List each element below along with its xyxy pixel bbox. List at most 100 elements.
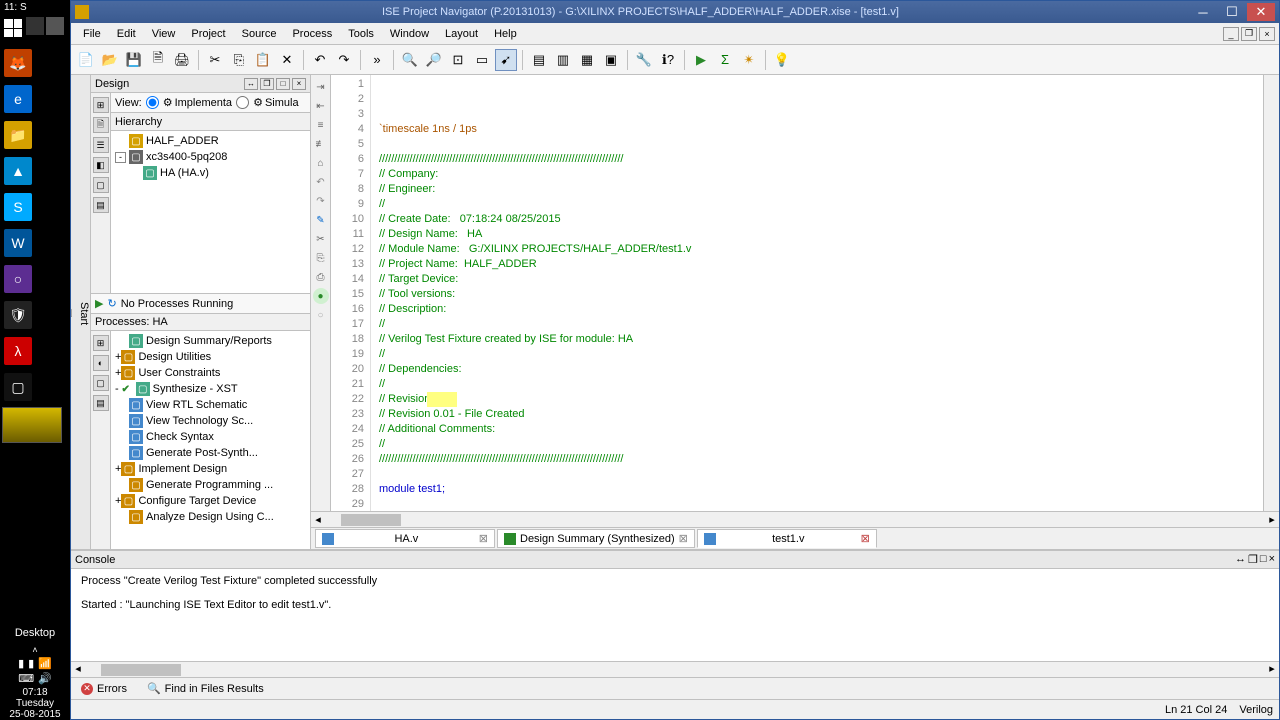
start-button[interactable] xyxy=(4,19,22,37)
layout-4-button[interactable]: ▣ xyxy=(600,49,622,71)
tab-close-icon[interactable]: ⊠ xyxy=(679,532,688,545)
menu-tools[interactable]: Tools xyxy=(340,26,382,42)
uncomment-icon[interactable]: ≢ xyxy=(313,136,329,152)
mdi-minimize[interactable]: _ xyxy=(1223,27,1239,41)
skype-icon[interactable]: S xyxy=(4,193,32,221)
view-implementation-radio[interactable] xyxy=(146,96,159,109)
zoom-out-button[interactable]: 🔎 xyxy=(423,49,445,71)
tree-item[interactable]: ▢HALF_ADDER xyxy=(113,133,308,149)
zoom-fit-button[interactable]: ⊡ xyxy=(447,49,469,71)
process-item[interactable]: +▢Implement Design xyxy=(113,461,308,477)
code-line[interactable] xyxy=(379,137,1263,152)
process-item[interactable]: ▢Check Syntax xyxy=(113,429,308,445)
code-line[interactable]: // Tool versions: xyxy=(379,287,1263,302)
console-close-button[interactable]: × xyxy=(1269,553,1275,566)
layout-1-button[interactable]: ▤ xyxy=(528,49,550,71)
code-line[interactable]: ////////////////////////////////////////… xyxy=(379,152,1263,167)
options-icon[interactable]: ▢ xyxy=(93,177,109,193)
process-item[interactable]: ▢Generate Post-Synth... xyxy=(113,445,308,461)
editor-tab[interactable]: Design Summary (Synthesized)⊠ xyxy=(497,529,695,548)
taskview-icon[interactable] xyxy=(26,17,44,35)
code-line[interactable]: // Additional Comments: xyxy=(379,422,1263,437)
editor-vertical-scrollbar[interactable] xyxy=(1263,75,1279,511)
layout-3-button[interactable]: ▦ xyxy=(576,49,598,71)
terminal-icon[interactable]: ▢ xyxy=(4,373,32,401)
process-item[interactable]: ▢View RTL Schematic xyxy=(113,397,308,413)
processes-tree[interactable]: ▢Design Summary/Reports+▢Design Utilitie… xyxy=(111,331,310,549)
hierarchy-view-icon[interactable]: ⊞ xyxy=(93,97,109,113)
tree-item[interactable]: ▢HA (HA.v) xyxy=(113,165,308,181)
code-line[interactable]: module test1; xyxy=(379,482,1263,497)
menu-source[interactable]: Source xyxy=(234,26,285,42)
volume-icon[interactable]: 🔊 xyxy=(38,672,52,685)
close-button[interactable]: ✕ xyxy=(1247,3,1275,21)
refresh-icon[interactable]: ↻ xyxy=(107,297,116,310)
scrollbar-thumb[interactable] xyxy=(101,664,181,676)
shield-icon[interactable]: 🛡 xyxy=(4,301,32,329)
copy-editor-icon[interactable]: ⎘ xyxy=(313,250,329,266)
undo-editor-icon[interactable]: ↶ xyxy=(313,174,329,190)
battery-icon[interactable]: ▮ xyxy=(28,657,34,670)
delete-button[interactable]: ✕ xyxy=(276,49,298,71)
wifi-icon[interactable]: 📶 xyxy=(38,657,52,670)
redo-editor-icon[interactable]: ↷ xyxy=(313,193,329,209)
visual-studio-icon[interactable]: ○ xyxy=(4,265,32,293)
console-tab-find[interactable]: 🔍 Find in Files Results xyxy=(141,680,270,697)
undo-button[interactable]: ↶ xyxy=(309,49,331,71)
menu-project[interactable]: Project xyxy=(183,26,233,42)
menu-view[interactable]: View xyxy=(144,26,184,42)
process-clean-icon[interactable]: ▤ xyxy=(93,395,109,411)
zoom-in-button[interactable]: 🔍 xyxy=(399,49,421,71)
print-button[interactable]: 🖨 xyxy=(171,49,193,71)
menu-edit[interactable]: Edit xyxy=(109,26,144,42)
code-line[interactable]: // Module Name: G:/XILINX PROJECTS/HALF_… xyxy=(379,242,1263,257)
copy-button[interactable]: ⎘ xyxy=(228,49,250,71)
check-syntax-icon[interactable]: ● xyxy=(313,288,329,304)
code-line[interactable]: // xyxy=(379,377,1263,392)
vlc-icon[interactable]: ▲ xyxy=(4,157,32,185)
code-line[interactable] xyxy=(379,467,1263,482)
snapshot-view-icon[interactable]: ◧ xyxy=(93,157,109,173)
menu-layout[interactable]: Layout xyxy=(437,26,486,42)
ie-icon[interactable]: e xyxy=(4,85,32,113)
play-icon[interactable]: ▶ xyxy=(95,297,103,310)
folder-icon[interactable]: 📁 xyxy=(4,121,32,149)
pdf-icon[interactable]: λ xyxy=(4,337,32,365)
expander-icon[interactable]: - xyxy=(115,152,126,163)
side-tab-start[interactable]: Start xyxy=(78,302,90,325)
bulb-button[interactable]: 💡 xyxy=(771,49,793,71)
hierarchy-tree[interactable]: ▢HALF_ADDER-▢xc3s400-5pq208▢HA (HA.v) xyxy=(111,131,310,293)
console-output[interactable]: Process "Create Verilog Test Fixture" co… xyxy=(71,569,1279,661)
layout-2-button[interactable]: ▥ xyxy=(552,49,574,71)
menu-help[interactable]: Help xyxy=(486,26,525,42)
process-run-icon[interactable]: ▢ xyxy=(93,375,109,391)
process-opts-icon[interactable]: ◐ xyxy=(93,355,109,371)
chevron-up-icon[interactable]: ˄ xyxy=(0,645,70,655)
firefox-icon[interactable]: 🦊 xyxy=(4,49,32,77)
process-item[interactable]: -✔▢Synthesize - XST xyxy=(113,381,308,397)
process-item[interactable]: ▢Design Summary/Reports xyxy=(113,333,308,349)
code-line[interactable]: // xyxy=(379,197,1263,212)
tab-close-icon[interactable]: ⊠ xyxy=(479,532,488,545)
process-item[interactable]: ▢Analyze Design Using C... xyxy=(113,509,308,525)
overflow-button[interactable]: » xyxy=(366,49,388,71)
mdi-close[interactable]: × xyxy=(1259,27,1275,41)
code-line[interactable]: // Design Name: HA xyxy=(379,227,1263,242)
save-all-button[interactable]: 🗎 xyxy=(147,49,169,71)
network-icon[interactable]: ▮ xyxy=(18,657,24,670)
sigma-button[interactable]: Σ xyxy=(714,49,736,71)
taskbar-active-ise[interactable] xyxy=(2,407,62,443)
code-line[interactable]: // xyxy=(379,317,1263,332)
run-button[interactable]: ▶ xyxy=(690,49,712,71)
code-line[interactable]: // Revision 0.01 - File Created xyxy=(379,407,1263,422)
files-view-icon[interactable]: 🗎 xyxy=(93,117,109,133)
code-line[interactable]: // Project Name: HALF_ADDER xyxy=(379,257,1263,272)
code-line[interactable]: // Engineer: xyxy=(379,182,1263,197)
code-line[interactable]: // Verilog Test Fixture created by ISE f… xyxy=(379,332,1263,347)
process-item[interactable]: +▢Configure Target Device xyxy=(113,493,308,509)
code-content[interactable]: `timescale 1ns / 1ps ///////////////////… xyxy=(371,75,1263,511)
redo-button[interactable]: ↷ xyxy=(333,49,355,71)
pointer-button[interactable]: ➹ xyxy=(495,49,517,71)
bookmark-icon[interactable]: ⌂ xyxy=(313,155,329,171)
menu-process[interactable]: Process xyxy=(284,26,340,42)
